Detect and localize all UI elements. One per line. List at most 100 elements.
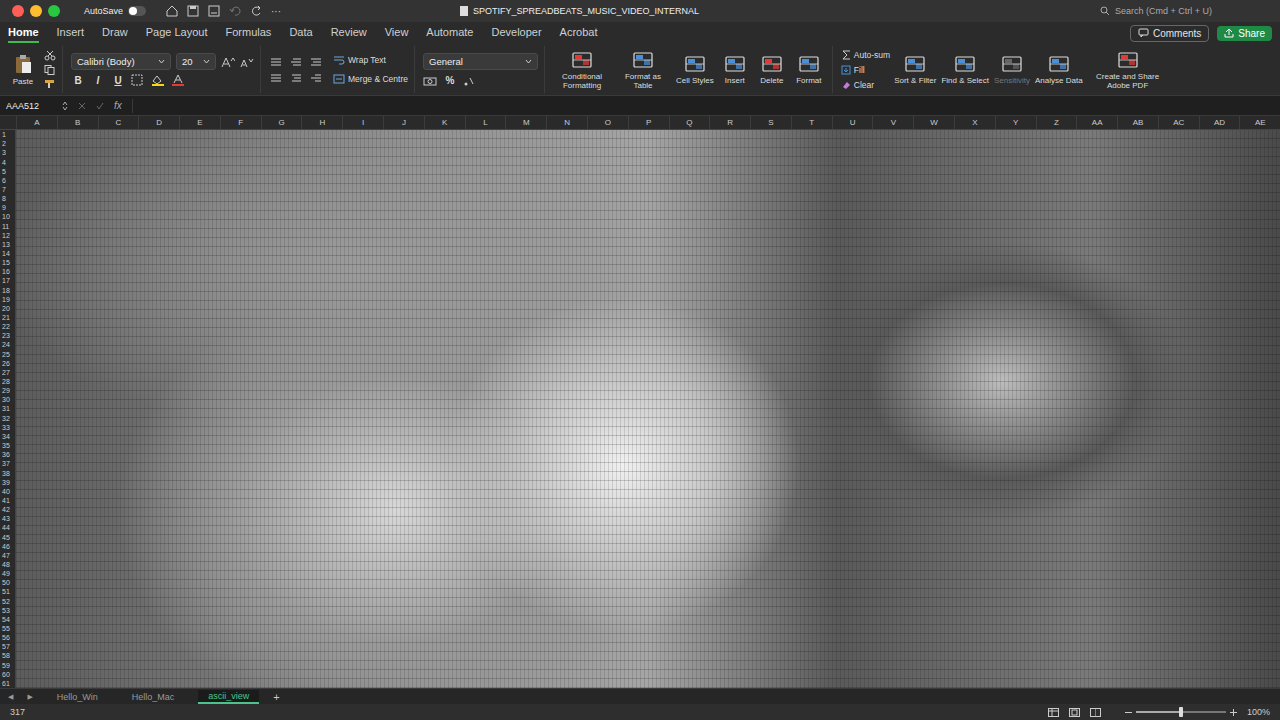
row-header[interactable]: 22 bbox=[0, 322, 15, 331]
row-header[interactable]: 54 bbox=[0, 615, 15, 624]
column-header[interactable]: E bbox=[179, 116, 220, 129]
menu-tab[interactable]: Acrobat bbox=[560, 23, 598, 43]
row-header[interactable]: 6 bbox=[0, 176, 15, 185]
row-header[interactable]: 35 bbox=[0, 441, 15, 450]
column-header[interactable]: R bbox=[709, 116, 750, 129]
redo-icon[interactable] bbox=[250, 5, 262, 17]
editing-button[interactable]: Fill bbox=[841, 63, 890, 76]
sheet-tab[interactable]: Hello_Mac bbox=[122, 691, 185, 703]
column-header[interactable]: M bbox=[505, 116, 546, 129]
ribbon-button[interactable]: Sort & Filter bbox=[893, 52, 937, 87]
close-button[interactable] bbox=[12, 5, 24, 17]
row-header[interactable]: 46 bbox=[0, 542, 15, 551]
save-icon[interactable] bbox=[187, 5, 199, 17]
row-header[interactable]: 9 bbox=[0, 203, 15, 212]
zoom-in-icon[interactable] bbox=[1230, 709, 1237, 716]
row-header[interactable]: 26 bbox=[0, 359, 15, 368]
row-header[interactable]: 36 bbox=[0, 450, 15, 459]
add-sheet-button[interactable]: + bbox=[273, 691, 279, 703]
page-layout-icon[interactable] bbox=[1069, 708, 1080, 717]
merge-button[interactable]: Merge & Centre bbox=[333, 73, 408, 86]
normal-view-icon[interactable] bbox=[1048, 708, 1059, 717]
row-header[interactable]: 51 bbox=[0, 587, 15, 596]
font-style-button[interactable]: U bbox=[111, 75, 125, 86]
menu-tab[interactable]: Page Layout bbox=[146, 23, 208, 43]
row-header[interactable]: 42 bbox=[0, 505, 15, 514]
font-size-field[interactable]: 20 bbox=[176, 53, 216, 70]
ribbon-button[interactable]: Format bbox=[792, 52, 826, 87]
sheet-nav-button[interactable]: ◀ bbox=[8, 693, 13, 701]
row-header[interactable]: 18 bbox=[0, 286, 15, 295]
font-style-button[interactable]: B bbox=[71, 75, 85, 86]
column-header[interactable]: Z bbox=[1036, 116, 1077, 129]
cancel-icon[interactable] bbox=[78, 102, 86, 110]
row-header[interactable]: 56 bbox=[0, 633, 15, 642]
column-header[interactable]: H bbox=[301, 116, 342, 129]
name-box[interactable]: AAA512 bbox=[6, 101, 68, 111]
column-header[interactable]: Q bbox=[669, 116, 710, 129]
zoom-level[interactable]: 100% bbox=[1247, 707, 1270, 717]
row-header[interactable]: 5 bbox=[0, 167, 15, 176]
column-header[interactable]: C bbox=[98, 116, 139, 129]
row-header[interactable]: 27 bbox=[0, 368, 15, 377]
home-icon[interactable] bbox=[166, 5, 178, 17]
column-header[interactable]: U bbox=[832, 116, 873, 129]
column-header[interactable]: S bbox=[750, 116, 791, 129]
row-header[interactable]: 37 bbox=[0, 459, 15, 468]
shrink-font-icon[interactable] bbox=[240, 56, 254, 68]
row-header[interactable]: 17 bbox=[0, 276, 15, 285]
editing-button[interactable]: Auto-sum bbox=[841, 48, 890, 61]
row-header[interactable]: 12 bbox=[0, 231, 15, 240]
row-header[interactable]: 14 bbox=[0, 249, 15, 258]
menu-tab[interactable]: Draw bbox=[102, 23, 128, 43]
cut-icon[interactable] bbox=[44, 51, 56, 61]
column-header[interactable]: V bbox=[872, 116, 913, 129]
row-header[interactable]: 40 bbox=[0, 487, 15, 496]
align-center-icon[interactable] bbox=[289, 73, 303, 83]
wrap-text-button[interactable]: Wrap Text bbox=[333, 54, 408, 67]
minimize-button[interactable] bbox=[30, 5, 42, 17]
more-button[interactable]: ··· bbox=[271, 6, 281, 17]
row-header[interactable]: 32 bbox=[0, 414, 15, 423]
row-header[interactable]: 13 bbox=[0, 240, 15, 249]
row-header[interactable]: 4 bbox=[0, 157, 15, 166]
row-header[interactable]: 39 bbox=[0, 478, 15, 487]
borders-icon[interactable] bbox=[131, 74, 145, 86]
menu-tab[interactable]: Developer bbox=[491, 23, 541, 43]
column-header[interactable]: AB bbox=[1117, 116, 1158, 129]
ribbon-button[interactable]: Conditional Formatting bbox=[553, 48, 611, 92]
column-header[interactable]: AE bbox=[1239, 116, 1280, 129]
column-header[interactable]: N bbox=[546, 116, 587, 129]
autosave[interactable]: AutoSave bbox=[84, 6, 146, 16]
ribbon-button[interactable]: Cell Styles bbox=[675, 52, 715, 87]
row-header[interactable]: 7 bbox=[0, 185, 15, 194]
menu-tab[interactable]: Automate bbox=[426, 23, 473, 43]
function-button[interactable]: fx bbox=[114, 100, 122, 111]
row-header[interactable]: 1 bbox=[0, 130, 15, 139]
row-header[interactable]: 48 bbox=[0, 560, 15, 569]
row-header[interactable]: 52 bbox=[0, 597, 15, 606]
column-header[interactable]: J bbox=[383, 116, 424, 129]
menu-tab[interactable]: Review bbox=[331, 23, 367, 43]
select-all[interactable] bbox=[0, 116, 16, 129]
align-right-icon[interactable] bbox=[309, 73, 323, 83]
font-name-field[interactable]: Calibri (Body) bbox=[71, 53, 171, 70]
ribbon-button[interactable]: Create and Share Adobe PDF bbox=[1087, 48, 1169, 92]
row-header[interactable]: 30 bbox=[0, 395, 15, 404]
row-header[interactable]: 28 bbox=[0, 377, 15, 386]
ribbon-button[interactable]: Format as Table bbox=[614, 48, 672, 92]
font-style-button[interactable]: I bbox=[91, 75, 105, 86]
row-header[interactable]: 55 bbox=[0, 624, 15, 633]
column-header[interactable]: G bbox=[261, 116, 302, 129]
row-header[interactable]: 31 bbox=[0, 404, 15, 413]
column-header[interactable]: K bbox=[424, 116, 465, 129]
autosave-toggle[interactable] bbox=[128, 6, 146, 16]
save-as-icon[interactable] bbox=[208, 5, 220, 17]
menu-tab[interactable]: Data bbox=[289, 23, 312, 43]
zoom-thumb[interactable] bbox=[1179, 707, 1183, 717]
column-header[interactable]: A bbox=[16, 116, 57, 129]
menu-tab[interactable]: View bbox=[385, 23, 409, 43]
row-header[interactable]: 21 bbox=[0, 313, 15, 322]
zoom-button[interactable] bbox=[48, 5, 60, 17]
align-middle-icon[interactable] bbox=[289, 57, 303, 67]
